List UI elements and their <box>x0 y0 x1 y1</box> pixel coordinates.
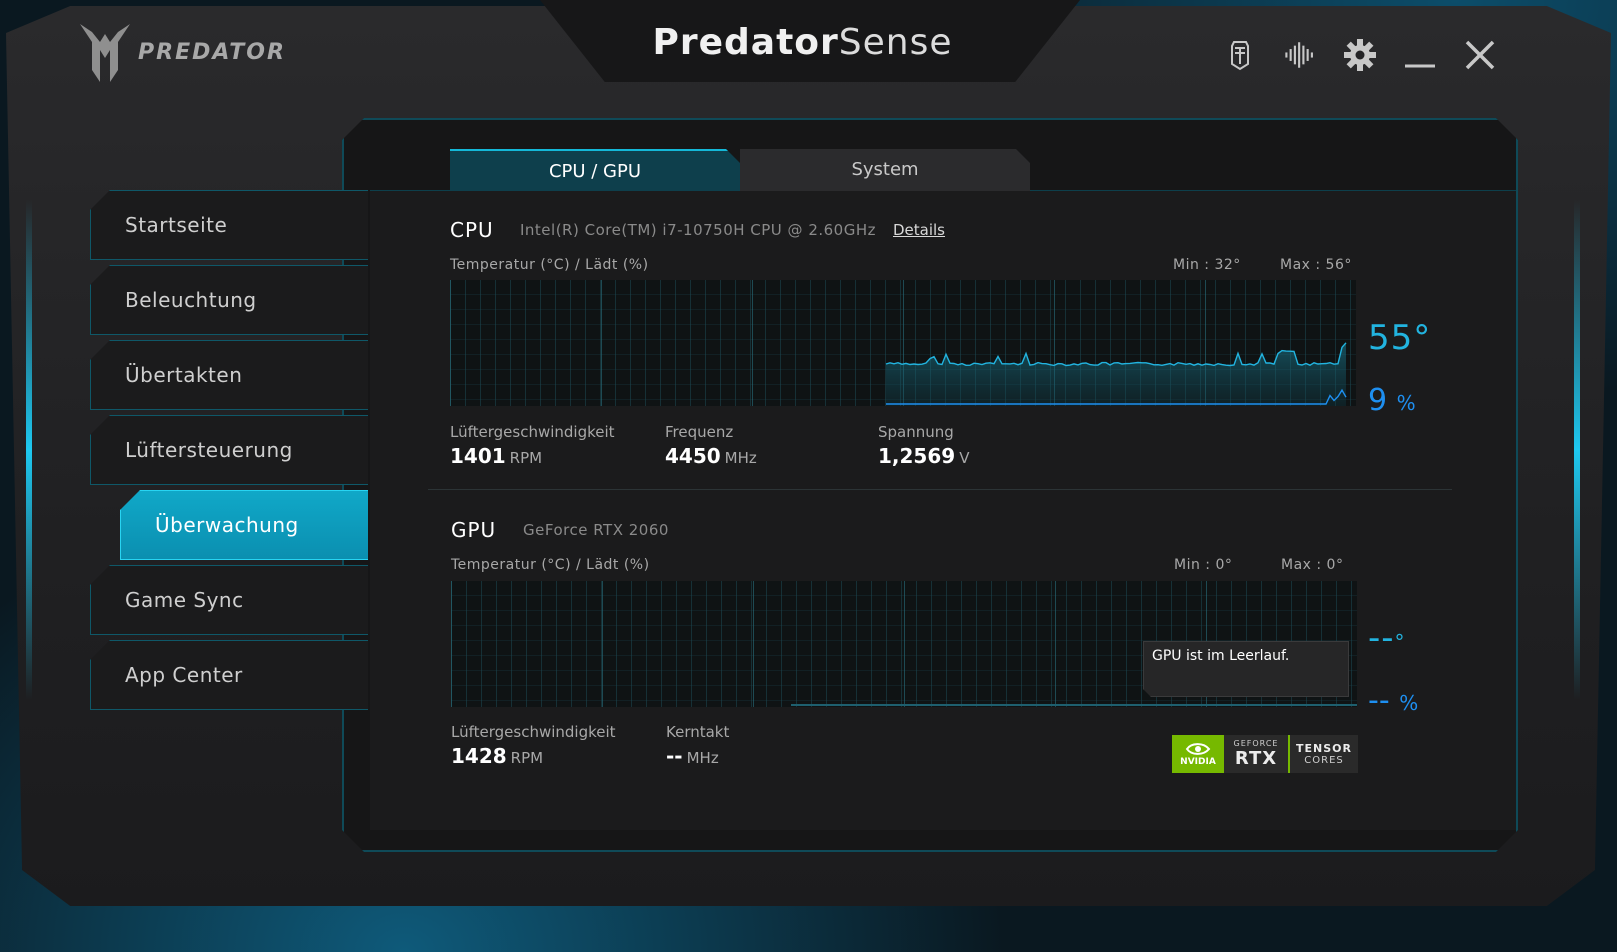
minimize-icon[interactable] <box>1403 38 1437 72</box>
cpu-fan-unit: RPM <box>509 449 543 467</box>
gpu-fan-label: Lüftergeschwindigkeit <box>451 723 616 741</box>
sidebar-item-game-sync[interactable]: Game Sync <box>90 565 368 635</box>
gpu-fan-unit: RPM <box>510 749 544 767</box>
cpu-temp-area <box>886 342 1346 406</box>
cpu-min: Min : 32° <box>1173 257 1241 273</box>
gpu-idle-tooltip: GPU ist im Leerlauf. <box>1143 641 1349 697</box>
sidebar-item-label: Übertakten <box>125 363 243 387</box>
gpu-load-value: -- <box>1368 683 1390 718</box>
gpu-clock-number: -- <box>666 744 683 768</box>
app-title-light: Sense <box>838 22 953 63</box>
gpu-load-unit: % <box>1399 691 1419 715</box>
gpu-temp-readout: --° <box>1368 618 1406 658</box>
cores-text: CORES <box>1304 755 1344 766</box>
geforce-rtx-label: GEFORCE RTX <box>1224 735 1290 773</box>
gpu-model: GeForce RTX 2060 <box>523 521 669 539</box>
cpu-freq-number: 4450 <box>665 444 721 468</box>
gpu-clock-label: Kerntakt <box>666 723 730 741</box>
tab-cpu-gpu[interactable]: CPU / GPU <box>450 149 740 191</box>
sidebar-item-uebertakten[interactable]: Übertakten <box>90 340 368 410</box>
tab-system[interactable]: System <box>740 149 1030 191</box>
cpu-load-value: 9 <box>1368 383 1388 418</box>
cpu-freq-label: Frequenz <box>665 423 734 441</box>
gpu-fan-value: 1428 RPM <box>451 744 543 768</box>
window-edge-glow-left <box>26 200 32 700</box>
tensor-text: TENSOR <box>1296 742 1352 755</box>
cpu-load-readout: 9 % <box>1368 383 1416 418</box>
gear-icon[interactable] <box>1343 38 1377 72</box>
cpu-volt-unit: V <box>959 449 970 467</box>
cpu-freq-unit: MHz <box>724 449 757 467</box>
section-divider <box>428 489 1452 490</box>
cpu-fan-value: 1401 RPM <box>450 444 542 468</box>
cpu-volt-number: 1,2569 <box>878 444 956 468</box>
cpu-details-link[interactable]: Details <box>893 221 945 239</box>
nvidia-eye-icon <box>1185 743 1211 755</box>
tensor-cores-label: TENSOR CORES <box>1290 735 1358 773</box>
sidebar-item-beleuchtung[interactable]: Beleuchtung <box>90 265 368 335</box>
cpu-title: CPU <box>450 218 494 242</box>
keyboard-icon[interactable] <box>1223 38 1257 72</box>
cpu-fan-label: Lüftergeschwindigkeit <box>450 423 615 441</box>
gpu-fan-number: 1428 <box>451 744 507 768</box>
cpu-monitor-graph <box>450 280 1356 406</box>
gpu-title: GPU <box>451 518 497 542</box>
sidebar-item-label: App Center <box>125 663 243 687</box>
cpu-load-unit: % <box>1396 391 1416 415</box>
gpu-max: Max : 0° <box>1281 557 1344 573</box>
geforce-text: GEFORCE <box>1233 739 1279 748</box>
nvidia-text: NVIDIA <box>1180 757 1216 767</box>
gpu-clock-unit: MHz <box>686 749 719 767</box>
gpu-min: Min : 0° <box>1174 557 1233 573</box>
sidebar-item-app-center[interactable]: App Center <box>90 640 368 710</box>
nvidia-rtx-badge: NVIDIA GEFORCE RTX TENSOR CORES <box>1172 735 1358 773</box>
rtx-text: RTX <box>1234 748 1278 769</box>
cpu-volt-value: 1,2569 V <box>878 444 969 468</box>
cpu-model: Intel(R) Core(TM) i7-10750H CPU @ 2.60GH… <box>520 221 876 239</box>
close-icon[interactable] <box>1463 38 1497 72</box>
gpu-temp-value: -- <box>1368 618 1395 658</box>
cpu-freq-value: 4450 MHz <box>665 444 757 468</box>
cpu-temp-readout: 55° <box>1368 318 1432 358</box>
nvidia-logo: NVIDIA <box>1172 735 1224 773</box>
sidebar-item-label: Lüftersteuerung <box>125 438 293 462</box>
sidebar-item-label: Startseite <box>125 213 228 237</box>
cpu-volt-label: Spannung <box>878 423 954 441</box>
cpu-graph-plot <box>885 342 1347 406</box>
sidebar-item-label: Game Sync <box>125 588 244 612</box>
sidebar-item-label: Überwachung <box>155 513 299 537</box>
audio-wave-icon[interactable] <box>1283 38 1317 72</box>
sidebar-item-startseite[interactable]: Startseite <box>90 190 368 260</box>
window-controls <box>1223 38 1497 72</box>
gpu-clock-value: -- MHz <box>666 744 719 768</box>
sidebar-item-ueberwachung[interactable]: Überwachung <box>120 490 368 560</box>
window-edge-glow-right <box>1574 200 1580 700</box>
sidebar-item-lueftersteuerung[interactable]: Lüftersteuerung <box>90 415 368 485</box>
gpu-load-readout: -- % <box>1368 683 1418 718</box>
cpu-max: Max : 56° <box>1280 257 1352 273</box>
app-title-bold: Predator <box>652 22 839 63</box>
sidebar-item-label: Beleuchtung <box>125 288 257 312</box>
cpu-chart-caption: Temperatur (°C) / Lädt (%) <box>450 257 649 273</box>
gpu-temp-unit: ° <box>1394 630 1406 654</box>
gpu-chart-caption: Temperatur (°C) / Lädt (%) <box>451 557 650 573</box>
cpu-fan-number: 1401 <box>450 444 506 468</box>
